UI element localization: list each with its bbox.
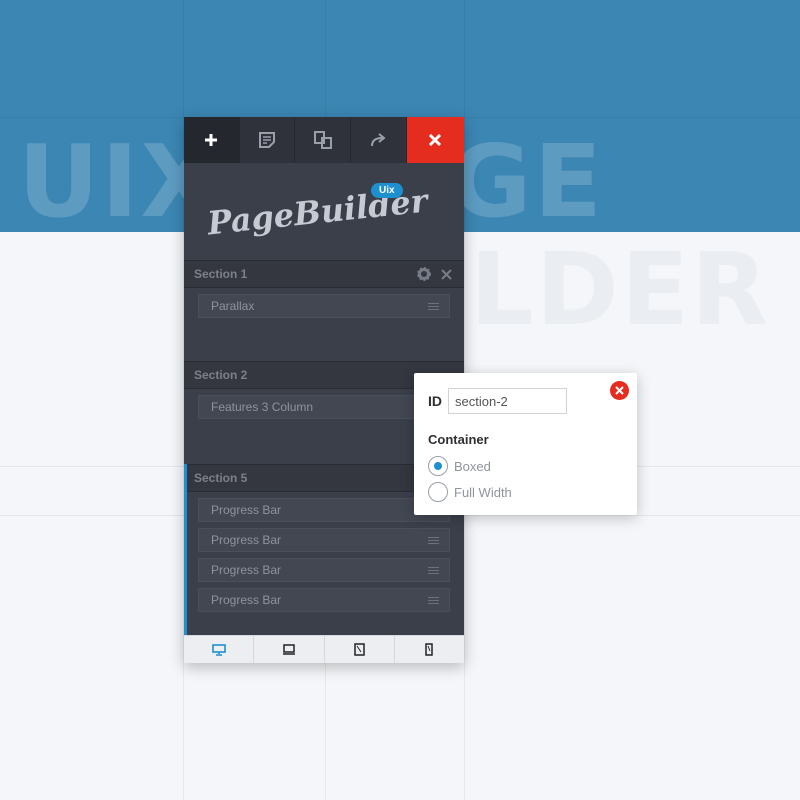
close-icon xyxy=(429,133,442,147)
section-header[interactable]: Section 1 xyxy=(184,260,464,288)
logo: PageBuilder Uix xyxy=(184,163,464,260)
tablet-view-button[interactable] xyxy=(325,636,395,663)
container-label: Container xyxy=(428,432,489,447)
module-label: Parallax xyxy=(211,299,255,313)
radio-option-full-width[interactable]: Full Width xyxy=(428,482,512,502)
section-body: Parallax xyxy=(184,288,464,361)
radio-button[interactable] xyxy=(428,456,448,476)
section-block: Section 1 Parallax xyxy=(184,260,464,361)
mobile-view-button[interactable] xyxy=(395,636,464,663)
mobile-icon xyxy=(425,643,434,656)
module-item[interactable]: Progress Bar xyxy=(198,528,450,552)
section-id-input[interactable] xyxy=(448,388,567,414)
background-headline-2: LDER xyxy=(470,231,771,348)
redo-button[interactable] xyxy=(350,117,407,163)
radio-label: Boxed xyxy=(454,458,491,474)
duplicate-button[interactable] xyxy=(295,117,351,163)
module-item[interactable]: Progress Bar xyxy=(198,588,450,612)
module-label: Progress Bar xyxy=(211,593,282,607)
notes-icon xyxy=(258,132,275,148)
plus-icon xyxy=(205,134,218,146)
module-item[interactable]: Progress Bar xyxy=(198,498,450,522)
close-builder-button[interactable] xyxy=(406,117,465,163)
module-item[interactable]: Parallax xyxy=(198,294,450,318)
radio-button[interactable] xyxy=(428,482,448,502)
module-label: Progress Bar xyxy=(211,503,282,517)
popup-close-button[interactable] xyxy=(610,381,629,400)
module-item[interactable]: Progress Bar xyxy=(198,558,450,582)
radio-option-boxed[interactable]: Boxed xyxy=(428,456,491,476)
module-label: Progress Bar xyxy=(211,533,282,547)
module-label: Features 3 Column xyxy=(211,400,314,414)
section-settings-popup: ID Container Boxed Full Width xyxy=(414,373,637,515)
notes-button[interactable] xyxy=(239,117,296,163)
section-title: Section 1 xyxy=(194,267,248,281)
desktop-icon xyxy=(211,643,226,656)
duplicate-icon xyxy=(313,131,332,149)
tablet-icon xyxy=(353,643,365,656)
laptop-view-button[interactable] xyxy=(254,636,325,663)
module-item[interactable]: Features 3 Column xyxy=(198,395,450,419)
close-icon xyxy=(615,386,624,395)
id-row: ID xyxy=(428,388,567,414)
logo-badge: Uix xyxy=(371,183,403,198)
id-label: ID xyxy=(428,393,442,409)
device-preview-bar xyxy=(184,635,464,663)
drag-handle-icon[interactable] xyxy=(428,567,439,574)
laptop-icon xyxy=(282,644,295,655)
add-section-button[interactable] xyxy=(184,117,240,163)
drag-handle-icon[interactable] xyxy=(428,537,439,544)
module-label: Progress Bar xyxy=(211,563,282,577)
gear-icon[interactable] xyxy=(416,266,432,282)
redo-icon xyxy=(371,133,386,147)
close-icon[interactable] xyxy=(438,266,454,282)
drag-handle-icon[interactable] xyxy=(428,597,439,604)
desktop-view-button[interactable] xyxy=(184,636,255,663)
drag-handle-icon[interactable] xyxy=(428,303,439,310)
toolbar xyxy=(184,117,465,163)
radio-label: Full Width xyxy=(454,484,512,500)
